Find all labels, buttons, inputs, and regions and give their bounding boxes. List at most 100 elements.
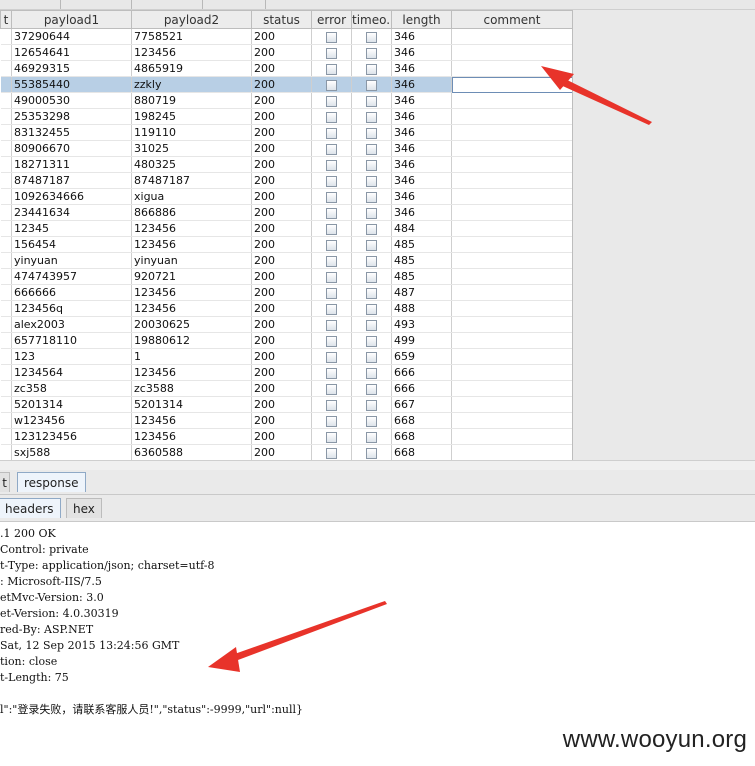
top-tab[interactable] [203, 0, 266, 9]
cell-comment[interactable] [451, 172, 572, 189]
timeout-checkbox[interactable] [366, 127, 377, 139]
timeout-checkbox[interactable] [366, 383, 377, 395]
table-row[interactable]: 83132455 119110 200 346 [0, 124, 572, 141]
table-row[interactable]: 46929315 4865919 200 346 [0, 60, 572, 77]
error-checkbox[interactable] [326, 175, 337, 187]
cell-comment[interactable] [451, 140, 572, 157]
column-header-timeout[interactable]: timeo... [351, 10, 392, 29]
top-tab[interactable] [0, 0, 61, 9]
timeout-checkbox[interactable] [366, 63, 377, 75]
timeout-checkbox[interactable] [366, 159, 377, 171]
timeout-checkbox[interactable] [366, 175, 377, 187]
table-row[interactable]: 5201314 5201314 200 667 [0, 396, 572, 413]
cell-comment[interactable] [451, 220, 572, 237]
table-row[interactable]: 123123456 123456 200 668 [0, 428, 572, 445]
table-row[interactable]: 666666 123456 200 487 [0, 284, 572, 301]
tab-response[interactable]: response [17, 472, 86, 492]
cell-comment[interactable] [451, 396, 572, 413]
cell-comment[interactable] [451, 108, 572, 125]
tab-request[interactable]: t [0, 472, 10, 492]
error-checkbox[interactable] [326, 31, 337, 43]
response-body[interactable]: .1 200 OK Control: private t-Type: appli… [0, 524, 755, 766]
cell-comment[interactable] [451, 124, 572, 141]
timeout-checkbox[interactable] [366, 447, 377, 459]
timeout-checkbox[interactable] [366, 287, 377, 299]
cell-comment[interactable] [451, 28, 572, 45]
tab-hex[interactable]: hex [66, 498, 102, 518]
table-row[interactable]: sxj588 6360588 200 668 [0, 444, 572, 460]
error-checkbox[interactable] [326, 431, 337, 443]
table-row[interactable]: 1092634666 xigua 200 346 [0, 188, 572, 205]
timeout-checkbox[interactable] [366, 255, 377, 267]
cell-comment[interactable] [451, 188, 572, 205]
error-checkbox[interactable] [326, 335, 337, 347]
top-tab[interactable] [61, 0, 132, 9]
top-tab[interactable] [132, 0, 203, 9]
error-checkbox[interactable] [326, 415, 337, 427]
table-row[interactable]: 55385440 zzkly 200 346 [0, 76, 572, 93]
table-row[interactable]: 23441634 866886 200 346 [0, 204, 572, 221]
timeout-checkbox[interactable] [366, 95, 377, 107]
cell-comment[interactable] [451, 332, 572, 349]
table-row[interactable]: 25353298 198245 200 346 [0, 108, 572, 125]
cell-comment[interactable] [451, 444, 572, 460]
error-checkbox[interactable] [326, 447, 337, 459]
error-checkbox[interactable] [326, 63, 337, 75]
column-header-request[interactable]: t [0, 10, 12, 29]
cell-comment[interactable] [451, 380, 572, 397]
table-row[interactable]: 123456q 123456 200 488 [0, 300, 572, 317]
table-row[interactable]: 12654641 123456 200 346 [0, 44, 572, 61]
error-checkbox[interactable] [326, 207, 337, 219]
timeout-checkbox[interactable] [366, 335, 377, 347]
table-row[interactable]: 474743957 920721 200 485 [0, 268, 572, 285]
timeout-checkbox[interactable] [366, 47, 377, 59]
column-header-payload2[interactable]: payload2 [131, 10, 252, 29]
error-checkbox[interactable] [326, 383, 337, 395]
error-checkbox[interactable] [326, 143, 337, 155]
table-row[interactable]: 123 1 200 659 [0, 348, 572, 365]
column-header-error[interactable]: error [311, 10, 352, 29]
table-row[interactable]: 18271311 480325 200 346 [0, 156, 572, 173]
error-checkbox[interactable] [326, 239, 337, 251]
table-row[interactable]: 156454 123456 200 485 [0, 236, 572, 253]
column-header-length[interactable]: length [391, 10, 452, 29]
timeout-checkbox[interactable] [366, 319, 377, 331]
timeout-checkbox[interactable] [366, 239, 377, 251]
cell-comment[interactable] [451, 92, 572, 109]
error-checkbox[interactable] [326, 367, 337, 379]
cell-comment[interactable] [451, 428, 572, 445]
timeout-checkbox[interactable] [366, 111, 377, 123]
error-checkbox[interactable] [326, 303, 337, 315]
timeout-checkbox[interactable] [366, 351, 377, 363]
tab-headers[interactable]: headers [0, 498, 61, 518]
table-row[interactable]: 80906670 31025 200 346 [0, 140, 572, 157]
error-checkbox[interactable] [326, 351, 337, 363]
error-checkbox[interactable] [326, 271, 337, 283]
cell-comment[interactable] [451, 412, 572, 429]
cell-comment[interactable] [451, 236, 572, 253]
cell-comment[interactable] [451, 284, 572, 301]
timeout-checkbox[interactable] [366, 303, 377, 315]
column-header-payload1[interactable]: payload1 [11, 10, 132, 29]
cell-comment[interactable] [451, 300, 572, 317]
error-checkbox[interactable] [326, 47, 337, 59]
error-checkbox[interactable] [326, 95, 337, 107]
timeout-checkbox[interactable] [366, 207, 377, 219]
cell-comment[interactable] [451, 348, 572, 365]
timeout-checkbox[interactable] [366, 415, 377, 427]
table-row[interactable]: 49000530 880719 200 346 [0, 92, 572, 109]
timeout-checkbox[interactable] [366, 143, 377, 155]
cell-comment[interactable] [451, 204, 572, 221]
cell-comment[interactable] [451, 76, 572, 93]
timeout-checkbox[interactable] [366, 31, 377, 43]
table-row[interactable]: zc358 zc3588 200 666 [0, 380, 572, 397]
table-row[interactable]: 87487187 87487187 200 346 [0, 172, 572, 189]
table-row[interactable]: alex2003 20030625 200 493 [0, 316, 572, 333]
timeout-checkbox[interactable] [366, 271, 377, 283]
cell-comment[interactable] [451, 252, 572, 269]
table-row[interactable]: 657718110 19880612 200 499 [0, 332, 572, 349]
timeout-checkbox[interactable] [366, 431, 377, 443]
error-checkbox[interactable] [326, 223, 337, 235]
cell-comment[interactable] [451, 268, 572, 285]
timeout-checkbox[interactable] [366, 79, 377, 91]
